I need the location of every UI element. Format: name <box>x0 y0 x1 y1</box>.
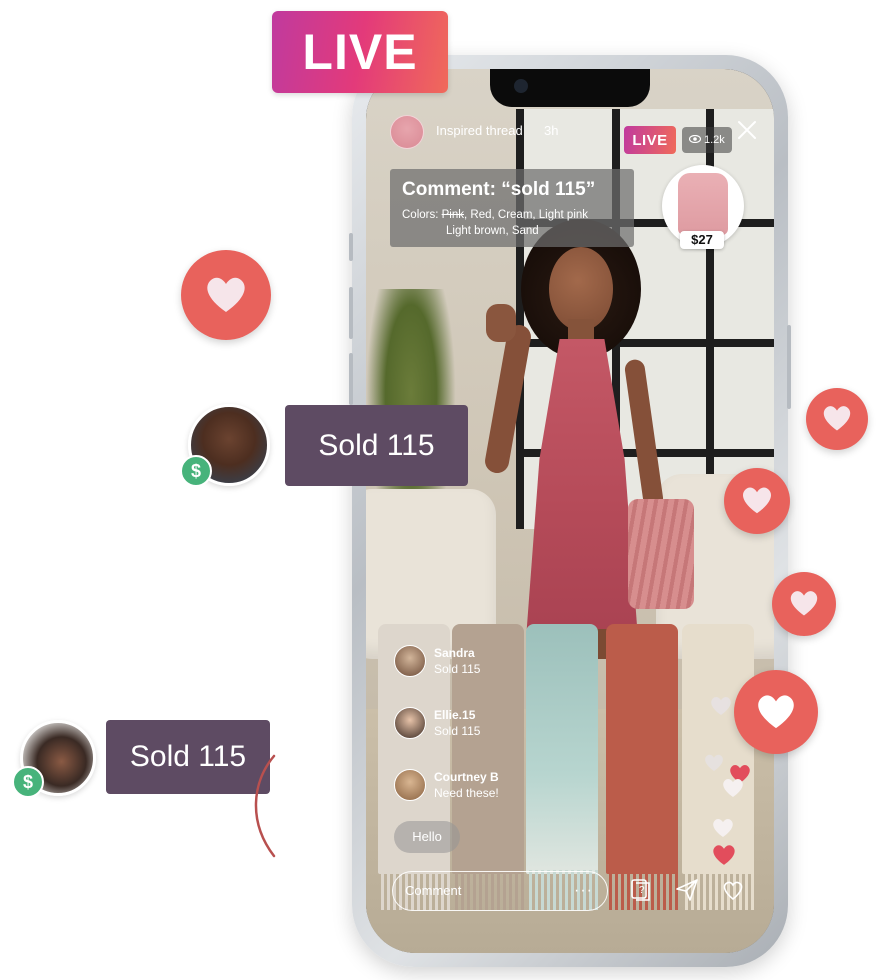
svg-text:?: ? <box>639 885 645 896</box>
volume-down-button <box>349 353 353 405</box>
color-options-line-2: Light brown, Sand <box>446 225 539 237</box>
mute-switch <box>349 233 353 261</box>
heart-icon <box>739 483 775 520</box>
heart-icon <box>713 845 735 865</box>
stream-elapsed: 3h <box>544 123 559 138</box>
heart-bubble <box>181 250 271 340</box>
sold-out-color: Pink <box>441 209 465 221</box>
heart-icon <box>711 696 731 715</box>
chat-name: Ellie.15 <box>434 708 476 722</box>
comment-instructions-title: Comment: “sold 115” <box>402 179 596 200</box>
heart-icon <box>202 272 250 319</box>
volume-up-button <box>349 287 353 339</box>
viewer-count: 1.2k <box>682 127 732 153</box>
eye-icon <box>688 134 702 146</box>
blanket-red <box>606 624 678 910</box>
heart-icon <box>753 690 799 735</box>
heart-bubble <box>724 468 790 534</box>
chat-name: Sandra <box>434 646 475 660</box>
decorative-curve <box>254 754 276 858</box>
chat-message: Need these! <box>434 786 499 800</box>
live-badge: LIVE <box>624 126 676 154</box>
heart-bubble <box>772 572 836 636</box>
heart-icon <box>705 754 723 772</box>
question-card-icon[interactable]: ? <box>628 877 654 903</box>
viewer-count-value: 1.2k <box>704 134 725 146</box>
front-camera <box>514 79 528 93</box>
heart-icon <box>787 587 821 622</box>
chat-message: Sold 115 <box>434 662 481 676</box>
heart-bubble <box>806 388 868 450</box>
heart-icon <box>820 402 854 437</box>
heart-bubble <box>734 670 818 754</box>
comment-input[interactable]: Comment ··· <box>392 871 608 911</box>
send-icon[interactable] <box>674 877 700 903</box>
more-icon[interactable]: ··· <box>574 872 593 909</box>
chat-name: Courtney B <box>434 770 499 784</box>
close-icon[interactable] <box>734 119 760 145</box>
quick-reply-hello[interactable]: Hello <box>394 821 460 853</box>
host-name[interactable]: Inspired thread <box>436 123 523 138</box>
sold-notification: Sold 115 <box>285 405 468 486</box>
product-price[interactable]: $27 <box>680 231 724 249</box>
live-banner: LIVE <box>272 11 448 93</box>
dollar-icon: $ <box>12 766 44 798</box>
product-image <box>678 173 728 235</box>
held-blanket <box>628 499 694 609</box>
dollar-icon: $ <box>180 455 212 487</box>
heart-outline-icon[interactable] <box>720 877 746 903</box>
comment-placeholder: Comment <box>405 883 462 898</box>
chat-avatar <box>394 707 426 739</box>
blanket-sand <box>526 624 598 910</box>
comment-instructions: Comment: “sold 115” Colors: Pink, Red, C… <box>390 169 634 247</box>
heart-icon <box>723 778 743 797</box>
chat-avatar <box>394 769 426 801</box>
power-button <box>787 325 791 409</box>
host-avatar[interactable] <box>390 115 424 149</box>
chat-message: Sold 115 <box>434 724 481 738</box>
chat-avatar <box>394 645 426 677</box>
color-options-line-1: Colors: Pink, Red, Cream, Light pink <box>402 209 589 221</box>
heart-icon <box>713 818 733 837</box>
